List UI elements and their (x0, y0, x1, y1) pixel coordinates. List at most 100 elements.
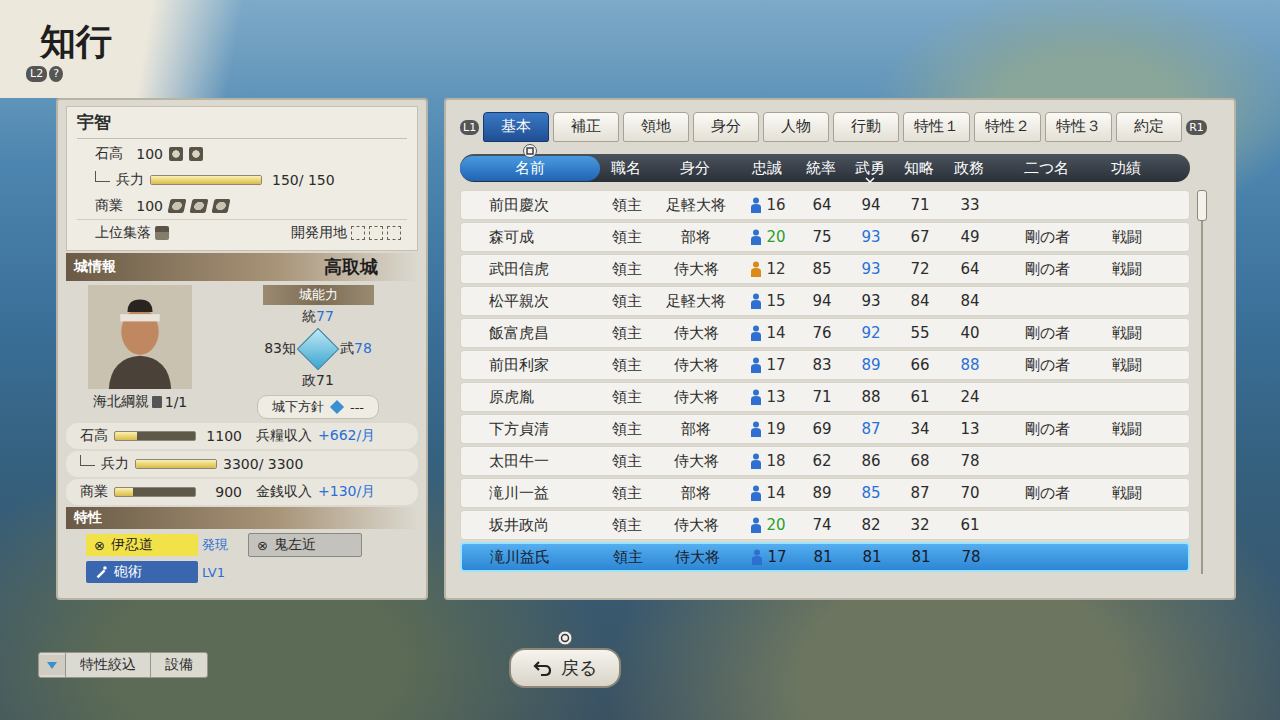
table-row[interactable]: 滝川益氏領主侍大将1781818178 (460, 542, 1190, 572)
table-row[interactable]: 太田牛一領主侍大将1862866878 (460, 446, 1190, 476)
ability-diamond-icon (297, 328, 339, 370)
filter-bar: 特性絞込設備 (38, 652, 208, 678)
traits-header: 特性 (66, 507, 418, 529)
filter-button[interactable]: 設備 (150, 653, 207, 677)
shoulder-button[interactable]: L1 (460, 120, 479, 135)
table-row[interactable]: 飯富虎昌領主侍大将1476925540剛の者戦闘 (460, 318, 1190, 348)
tab[interactable]: 特性１ (903, 112, 970, 142)
table-row[interactable]: 滝川一益領主部将1489858770剛の者戦闘 (460, 478, 1190, 508)
pad-button[interactable]: L2 (26, 66, 47, 82)
person-icon (750, 229, 762, 245)
table-row[interactable]: 下方貞清領主部将1969873413剛の者戦闘 (460, 414, 1190, 444)
tab[interactable]: 身分 (693, 112, 759, 142)
settlement-row: 上位集落開発用地 (77, 219, 407, 246)
tab[interactable]: 基本 (483, 112, 549, 142)
troops-bar (150, 175, 262, 185)
shoulder-button[interactable]: R1 (1186, 120, 1207, 135)
coin-icon (168, 199, 187, 213)
traits-list: ⊗伊忍道発現 ⊗鬼左近砲術LV1 (66, 531, 418, 585)
column-header[interactable]: 知略 (894, 156, 944, 181)
title-bar: 知行 L2? (0, 0, 1280, 98)
table-row[interactable]: 坂井政尚領主侍大将2074823261 (460, 510, 1190, 540)
town-policy[interactable]: 城下方針--- (257, 395, 379, 419)
table-row[interactable]: 原虎胤領主侍大将1371886124 (460, 382, 1190, 412)
trait-item[interactable]: ⊗伊忍道発現 (86, 533, 236, 557)
lord-name: 海北綱親 (93, 393, 149, 411)
scroll-thumb[interactable] (1197, 190, 1207, 221)
lord-count: 1/1 (165, 394, 188, 410)
column-header[interactable]: 身分 (652, 156, 738, 181)
brush-icon (94, 565, 108, 579)
column-header[interactable]: 二つ名 (994, 156, 1098, 181)
stat-bar (114, 487, 196, 497)
castle-header: 城情報高取城 (66, 253, 418, 281)
village-box: 宇智石高100兵力150/ 150商業100上位集落開発用地 (66, 106, 418, 251)
land-slot (351, 226, 365, 240)
back-arrow-icon (533, 658, 553, 678)
person-icon (750, 325, 762, 341)
castle-stat-row: 石高1100兵糧収入+662/月 (66, 423, 418, 449)
tab[interactable]: 領地 (623, 112, 689, 142)
person-icon (750, 517, 762, 533)
trait-item[interactable]: 砲術LV1 (86, 561, 236, 583)
stat-bar (135, 459, 217, 469)
connector-line (80, 455, 95, 466)
castle-stats: 石高1100兵糧収入+662/月兵力3300/ 3300商業900金銭収入+13… (66, 423, 418, 505)
trait-item[interactable]: ⊗鬼左近 (248, 533, 398, 557)
land-slot (369, 226, 383, 240)
filter-button[interactable]: 特性絞込 (65, 653, 150, 677)
person-icon (750, 293, 762, 309)
footer: 特性絞込設備 戻る (0, 600, 1280, 720)
info-panel: 宇智石高100兵力150/ 150商業100上位集落開発用地城情報高取城海北綱親… (56, 98, 428, 600)
kokudaka-row: 石高100 (77, 141, 407, 167)
pad-button[interactable]: ? (49, 66, 63, 82)
retainer-table: 名前 職名 身分 忠誠 統率 武勇 知略 政務 二つ名 功績 前田慶次領主足軽大… (460, 154, 1190, 574)
column-header[interactable]: 功績 (1098, 156, 1154, 181)
ability-label: 城能力 (263, 285, 374, 305)
tab[interactable]: 約定 (1116, 112, 1182, 142)
land-slot (387, 226, 401, 240)
column-header[interactable]: 武勇 (846, 156, 894, 181)
column-header[interactable]: 名前 (460, 156, 600, 181)
troops-row: 兵力150/ 150 (77, 167, 407, 193)
column-header[interactable]: 政務 (944, 156, 994, 181)
unit-icon (152, 396, 162, 408)
coin-icon (212, 199, 231, 213)
screen-title: 知行 (40, 22, 1280, 62)
column-header[interactable]: 職名 (600, 156, 652, 181)
tab[interactable]: 特性２ (974, 112, 1041, 142)
tab[interactable]: 特性３ (1045, 112, 1112, 142)
tab[interactable]: 補正 (553, 112, 619, 142)
person-icon (751, 549, 763, 565)
person-icon (750, 453, 762, 469)
table-row[interactable]: 松平親次領主足軽大将1594938484 (460, 286, 1190, 316)
person-icon (750, 357, 762, 373)
portrait-icon (88, 285, 192, 389)
commerce-row: 商業100 (77, 193, 407, 219)
rice-icon (189, 147, 203, 161)
person-icon (750, 389, 762, 405)
circle-button-icon (557, 630, 573, 646)
village-name: 宇智 (77, 109, 407, 139)
stat-bar (114, 431, 196, 441)
retainer-panel: L1基本補正領地身分人物行動特性１特性２特性３約定R1 名前 職名 身分 忠誠 … (444, 98, 1236, 600)
castle-stat-row: 兵力3300/ 3300 (66, 451, 418, 477)
tab[interactable]: 人物 (763, 112, 829, 142)
column-header[interactable]: 忠誠 (738, 156, 796, 181)
lord: 海北綱親 1/1 (70, 285, 210, 419)
table-row[interactable]: 武田信虎領主侍大将1285937264剛の者戦闘 (460, 254, 1190, 284)
castle-abilities: 城能力統7783知武78政71城下方針--- (222, 285, 414, 419)
tab-bar: L1 基本補正領地身分人物行動特性１特性２特性３約定 R1 (460, 112, 1220, 142)
back-button[interactable]: 戻る (509, 648, 621, 688)
coin-icon (190, 199, 209, 213)
person-icon (750, 197, 762, 213)
table-row[interactable]: 森可成領主部将2075936749剛の者戦闘 (460, 222, 1190, 252)
tab[interactable]: 行動 (833, 112, 899, 142)
scrollbar[interactable] (1196, 190, 1208, 574)
table-row[interactable]: 前田利家領主侍大将1783896688剛の者戦闘 (460, 350, 1190, 380)
column-header[interactable]: 統率 (796, 156, 846, 181)
title-buttons: L2? (26, 66, 1280, 82)
table-row[interactable]: 前田慶次領主足軽大将1664947133 (460, 190, 1190, 220)
connector-line (95, 171, 110, 182)
person-icon (750, 485, 762, 501)
